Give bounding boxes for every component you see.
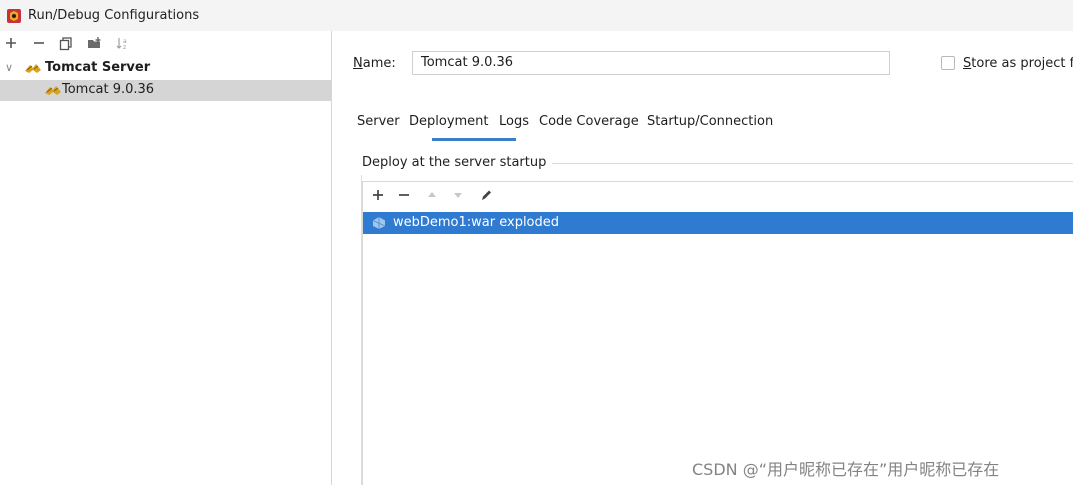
- tomcat-icon: [44, 83, 62, 101]
- deployment-list: webDemo1:war exploded: [362, 181, 1073, 485]
- name-label-text: ame:: [362, 56, 396, 71]
- configuration-editor-pane: Name: Tomcat 9.0.36 Store as project fi …: [333, 31, 1073, 485]
- add-icon[interactable]: [371, 187, 387, 203]
- name-label: Name:: [353, 56, 396, 71]
- tree-item-tomcat-server[interactable]: ∨ Tomcat Server: [0, 58, 332, 78]
- tree-item-tomcat-9-0-36[interactable]: Tomcat 9.0.36: [0, 80, 331, 101]
- tab-deployment[interactable]: Deployment: [409, 114, 489, 129]
- tab-code-coverage[interactable]: Code Coverage: [539, 114, 639, 129]
- tab-server[interactable]: Server: [357, 114, 400, 129]
- copy-icon[interactable]: [59, 34, 75, 52]
- configurations-tree-pane: az ∨ Tomcat Server Tomcat 9.0.36: [0, 31, 332, 485]
- list-item[interactable]: webDemo1:war exploded: [363, 212, 1073, 234]
- active-tab-indicator: [432, 138, 516, 141]
- deployment-toolbar: [363, 182, 1073, 208]
- group-divider: [544, 163, 1073, 164]
- tomcat-icon: [24, 61, 42, 79]
- tree-toolbar: az: [0, 31, 332, 57]
- sort-icon[interactable]: az: [115, 34, 131, 52]
- store-as-project-file-label[interactable]: Store as project fi: [963, 56, 1073, 71]
- move-up-icon[interactable]: [425, 187, 441, 203]
- remove-icon[interactable]: [32, 34, 48, 52]
- tab-logs[interactable]: Logs: [499, 114, 529, 129]
- move-down-icon[interactable]: [451, 187, 467, 203]
- artifact-icon: [371, 216, 387, 234]
- deploy-group-title: Deploy at the server startup: [362, 155, 553, 170]
- add-icon[interactable]: [4, 34, 20, 52]
- app-icon: [6, 8, 22, 24]
- svg-text:z: z: [123, 44, 126, 51]
- name-field[interactable]: Tomcat 9.0.36: [412, 51, 890, 75]
- chevron-down-icon[interactable]: ∨: [5, 61, 13, 74]
- name-label-mnemonic: N: [353, 56, 363, 71]
- tree-item-label: Tomcat 9.0.36: [62, 82, 155, 97]
- remove-icon[interactable]: [397, 187, 413, 203]
- move-into-folder-icon[interactable]: [87, 34, 103, 52]
- store-label-text: tore as project fi: [971, 56, 1073, 71]
- artifact-label: webDemo1:war exploded: [393, 215, 560, 230]
- tab-startup-connection[interactable]: Startup/Connection: [647, 114, 773, 129]
- window-title: Run/Debug Configurations: [28, 8, 200, 23]
- tree-item-label: Tomcat Server: [45, 60, 151, 75]
- watermark: CSDN @“用户昵称已存在”用户昵称已存在: [692, 460, 1000, 479]
- store-as-project-file-checkbox[interactable]: [941, 56, 955, 70]
- edit-icon[interactable]: [479, 187, 495, 203]
- title-bar: Run/Debug Configurations: [0, 0, 1073, 31]
